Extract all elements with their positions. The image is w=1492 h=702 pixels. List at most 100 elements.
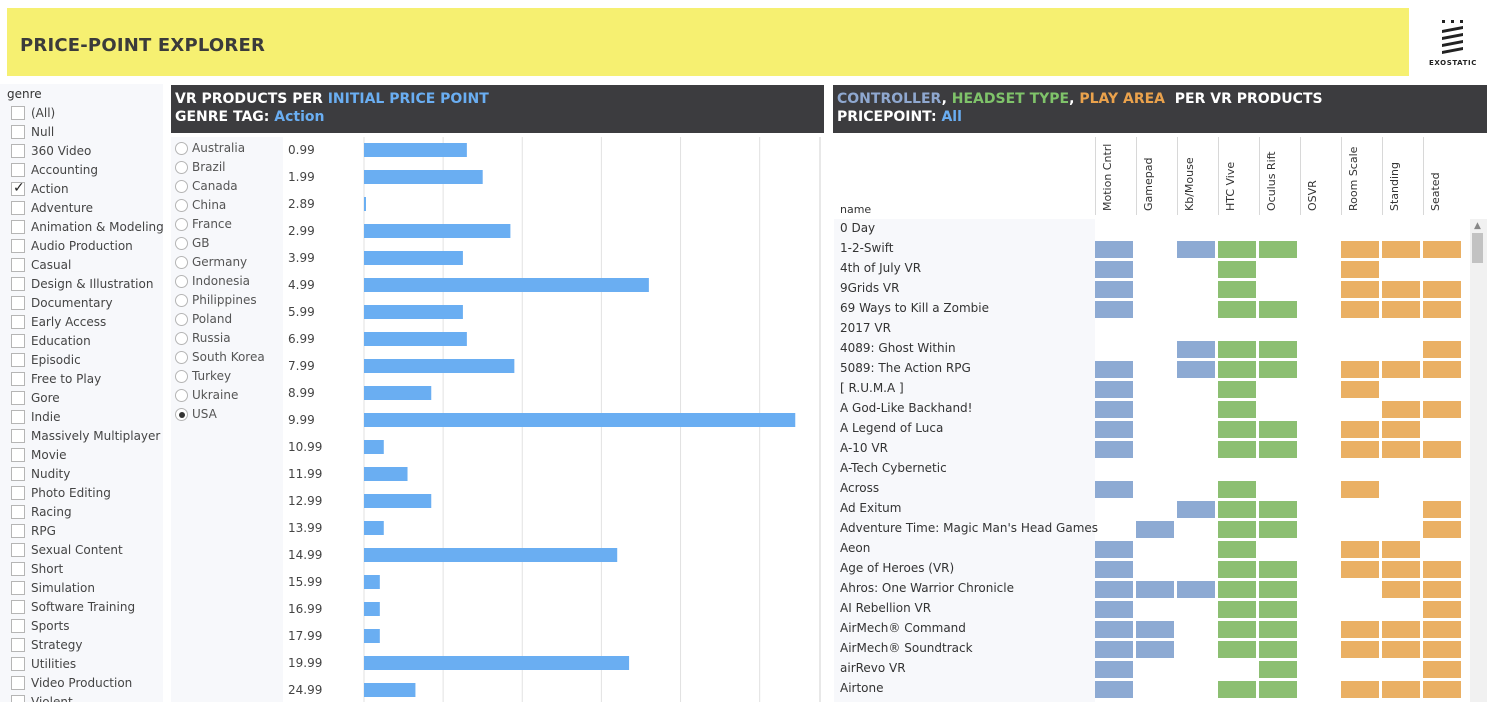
product-name[interactable]: Airtone [840, 681, 884, 695]
matrix-cell[interactable] [1382, 541, 1420, 558]
checkbox-icon[interactable] [11, 486, 25, 500]
genre-option[interactable]: Photo Editing [11, 484, 163, 503]
price-bar[interactable] [364, 575, 380, 589]
matrix-cell[interactable] [1259, 241, 1297, 258]
country-option[interactable]: GB [175, 234, 283, 253]
matrix-cell[interactable] [1218, 361, 1256, 378]
product-name[interactable]: 9Grids VR [840, 281, 899, 295]
matrix-cell[interactable] [1095, 601, 1133, 618]
checkbox-icon[interactable] [11, 543, 25, 557]
price-bar[interactable] [364, 548, 618, 562]
matrix-scrollbar[interactable]: ▲ [1470, 219, 1487, 702]
matrix-cell[interactable] [1218, 341, 1256, 358]
price-bar[interactable] [364, 629, 380, 643]
matrix-cell[interactable] [1423, 301, 1461, 318]
matrix-cell[interactable] [1095, 641, 1133, 658]
checkbox-icon[interactable] [11, 353, 25, 367]
product-name[interactable]: Ad Exitum [840, 501, 901, 515]
matrix-cell[interactable] [1259, 681, 1297, 698]
radio-icon[interactable] [175, 256, 188, 269]
genre-option[interactable]: Animation & Modeling [11, 218, 163, 237]
genre-option[interactable]: Simulation [11, 579, 163, 598]
checkbox-checked-icon[interactable] [11, 180, 25, 196]
matrix-cell[interactable] [1423, 401, 1461, 418]
matrix-cell[interactable] [1218, 601, 1256, 618]
matrix-cell[interactable] [1095, 661, 1133, 678]
matrix-cell[interactable] [1136, 621, 1174, 638]
matrix-cell[interactable] [1218, 501, 1256, 518]
radio-icon[interactable] [175, 218, 188, 231]
country-option[interactable]: Ukraine [175, 386, 283, 405]
country-option[interactable]: South Korea [175, 348, 283, 367]
product-name[interactable]: AI Rebellion VR [840, 601, 931, 615]
column-header[interactable]: Oculus Rift [1259, 137, 1297, 215]
checkbox-icon[interactable] [11, 277, 25, 291]
matrix-cell[interactable] [1423, 621, 1461, 638]
product-name[interactable]: A God-Like Backhand! [840, 401, 972, 415]
matrix-cell[interactable] [1218, 421, 1256, 438]
genre-option[interactable]: Casual [11, 256, 163, 275]
matrix-cell[interactable] [1341, 241, 1379, 258]
matrix-cell[interactable] [1177, 581, 1215, 598]
radio-icon[interactable] [175, 294, 188, 307]
checkbox-icon[interactable] [11, 676, 25, 690]
product-name[interactable]: A-Tech Cybernetic [840, 461, 947, 475]
scrollbar-thumb[interactable] [1472, 233, 1483, 263]
genre-option[interactable]: 360 Video [11, 142, 163, 161]
checkbox-icon[interactable] [11, 258, 25, 272]
column-header[interactable]: OSVR [1300, 137, 1338, 215]
matrix-cell[interactable] [1259, 601, 1297, 618]
price-bar[interactable] [364, 305, 463, 319]
matrix-cell[interactable] [1423, 241, 1461, 258]
matrix-cell[interactable] [1423, 581, 1461, 598]
genre-option[interactable]: Sports [11, 617, 163, 636]
column-header[interactable]: Standing [1382, 137, 1420, 215]
matrix-cell[interactable] [1423, 361, 1461, 378]
matrix-cell[interactable] [1341, 301, 1379, 318]
checkbox-icon[interactable] [11, 106, 25, 120]
radio-selected-icon[interactable] [175, 408, 188, 421]
price-bar[interactable] [364, 278, 649, 292]
matrix-cell[interactable] [1341, 441, 1379, 458]
genre-option[interactable]: Null [11, 123, 163, 142]
price-bar[interactable] [364, 251, 463, 265]
radio-icon[interactable] [175, 180, 188, 193]
product-name[interactable]: 4089: Ghost Within [840, 341, 956, 355]
matrix-cell[interactable] [1136, 641, 1174, 658]
matrix-cell[interactable] [1177, 341, 1215, 358]
price-bar[interactable] [364, 602, 380, 616]
price-bar[interactable] [364, 386, 432, 400]
price-bar[interactable] [364, 359, 515, 373]
matrix-cell[interactable] [1218, 641, 1256, 658]
matrix-cell[interactable] [1423, 641, 1461, 658]
genre-option[interactable]: Movie [11, 446, 163, 465]
checkbox-icon[interactable] [11, 581, 25, 595]
matrix-cell[interactable] [1259, 441, 1297, 458]
matrix-cell[interactable] [1218, 541, 1256, 558]
genre-option[interactable]: RPG [11, 522, 163, 541]
product-name[interactable]: airRevo VR [840, 661, 906, 675]
column-header[interactable]: HTC Vive [1218, 137, 1256, 215]
column-header[interactable]: Room Scale [1341, 137, 1379, 215]
genre-option[interactable]: Short [11, 560, 163, 579]
matrix-cell[interactable] [1382, 281, 1420, 298]
genre-option[interactable]: Education [11, 332, 163, 351]
matrix-cell[interactable] [1259, 661, 1297, 678]
matrix-cell[interactable] [1423, 561, 1461, 578]
matrix-cell[interactable] [1095, 281, 1133, 298]
matrix-cell[interactable] [1218, 441, 1256, 458]
product-name[interactable]: Aeon [840, 541, 870, 555]
radio-icon[interactable] [175, 237, 188, 250]
checkbox-icon[interactable] [11, 657, 25, 671]
checkbox-icon[interactable] [11, 220, 25, 234]
matrix-cell[interactable] [1423, 341, 1461, 358]
product-name[interactable]: Across [840, 481, 879, 495]
product-name[interactable]: 4th of July VR [840, 261, 921, 275]
checkbox-icon[interactable] [11, 163, 25, 177]
genre-option[interactable]: Accounting [11, 161, 163, 180]
country-option[interactable]: China [175, 196, 283, 215]
matrix-cell[interactable] [1259, 621, 1297, 638]
radio-icon[interactable] [175, 161, 188, 174]
checkbox-icon[interactable] [11, 505, 25, 519]
matrix-cell[interactable] [1341, 621, 1379, 638]
